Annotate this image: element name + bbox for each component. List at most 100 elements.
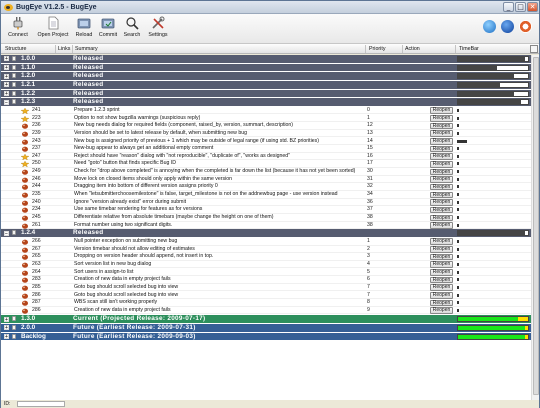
bug-id: 265 [32, 253, 41, 260]
id-field[interactable] [17, 401, 65, 407]
timebar-done [458, 65, 497, 70]
bug-row[interactable]: 241 Prepare 1.2.3 sprint 0 Reopen [1, 106, 531, 115]
connect-button[interactable]: Connect [5, 16, 31, 42]
bug-row[interactable]: 240 Ignore "version already exist" error … [1, 198, 531, 207]
col-summary[interactable]: Summary [75, 46, 98, 52]
bug-row[interactable]: 235 When "letsubmitterchoosemilestone" is… [1, 191, 531, 199]
reopen-button[interactable]: Reopen [430, 284, 453, 291]
bug-row[interactable]: 234 Use same timebar rendering for featur… [1, 206, 531, 214]
bug-row[interactable]: 283 Creation of new data in empty project… [1, 276, 531, 284]
bug-row[interactable]: 285 Goto bug should scroll selected bug i… [1, 283, 531, 292]
reopen-button[interactable]: Reopen [430, 176, 453, 183]
reopen-button[interactable]: Reopen [430, 269, 453, 276]
bug-row[interactable]: 261 Format number using two significant d… [1, 221, 531, 230]
reopen-button[interactable]: Reopen [430, 160, 453, 168]
version-group-row[interactable]: +1.2.1 Released [1, 80, 531, 89]
bug-row[interactable]: 267 Version timebar should not allow edit… [1, 245, 531, 254]
version-group-row[interactable]: +1.1.0 Released [1, 63, 531, 72]
column-chooser-icon[interactable] [530, 45, 538, 53]
minimize-button[interactable]: _ [503, 2, 514, 12]
version-group-row[interactable]: − 1.2.4 Released [1, 229, 531, 237]
bug-row[interactable]: 244 Dragging item into bottom of differen… [1, 183, 531, 191]
expand-toggle-icon[interactable]: + [4, 56, 9, 62]
col-structure[interactable]: Structure [5, 46, 27, 52]
vertical-scrollbar[interactable] [531, 55, 539, 400]
expand-toggle-icon[interactable]: + [4, 90, 9, 96]
reopen-button[interactable]: Reopen [430, 130, 453, 137]
reload-button[interactable]: Reload [73, 16, 95, 42]
version-group-row[interactable]: +2.0.0 Future (Earliest Release: 2009-07-… [1, 324, 531, 332]
expand-toggle-icon[interactable]: + [4, 316, 9, 322]
reopen-button[interactable]: Reopen [430, 261, 453, 268]
reopen-button[interactable]: Reopen [430, 292, 453, 299]
bug-row[interactable]: 236 New bug needs dialog for required fie… [1, 122, 531, 130]
bug-row[interactable]: 246 Move lock on closed items should only… [1, 175, 531, 184]
bug-row[interactable]: 286 Creation of new data in empty project… [1, 306, 531, 315]
maximize-button[interactable]: □ [515, 2, 526, 12]
bug-row[interactable]: 239 Version should be set to latest relea… [1, 129, 531, 138]
bug-row[interactable]: 250 Need "goto" button that finds specifi… [1, 160, 531, 169]
bug-row[interactable]: 263 Sort version list in new bug dialog 4 R… [1, 260, 531, 269]
reopen-button[interactable]: Reopen [430, 214, 453, 222]
reopen-button[interactable]: Reopen [430, 138, 453, 145]
bug-row[interactable]: 237 New-bug appear to always get an addit… [1, 145, 531, 153]
reopen-button[interactable]: Reopen [430, 107, 453, 114]
col-action[interactable]: Action [405, 46, 420, 52]
reopen-button[interactable]: Reopen [430, 246, 453, 253]
version-group-row[interactable]: + Backlog Future (Earliest Release: 2009-0… [1, 332, 531, 341]
collapse-toggle-icon[interactable]: − [4, 99, 9, 105]
bug-summary: New bug is assigned priority of previous… [74, 137, 319, 144]
lifebuoy-icon[interactable] [519, 20, 532, 33]
scrollbar-thumb[interactable] [533, 57, 539, 395]
bug-icon [21, 207, 29, 214]
bug-row[interactable]: 265 Dropping on version header should app… [1, 253, 531, 261]
reopen-button[interactable]: Reopen [430, 276, 453, 284]
settings-button[interactable]: Settings [145, 16, 171, 42]
commit-button[interactable]: Commit [97, 16, 119, 42]
bug-row[interactable]: 245 Differentiate relative from absolute … [1, 214, 531, 222]
bug-row[interactable]: 243 New bug is assigned priority of previ… [1, 137, 531, 146]
reopen-button[interactable]: Reopen [430, 115, 453, 122]
reopen-button[interactable]: Reopen [430, 206, 453, 214]
expand-toggle-icon[interactable]: + [4, 64, 9, 70]
bug-row[interactable]: 249 Check for "drop above completed" is a… [1, 168, 531, 176]
reopen-button[interactable]: Reopen [430, 168, 453, 176]
connect-label: Connect [8, 32, 28, 38]
search-button[interactable]: Search [121, 16, 143, 42]
reopen-button[interactable]: Reopen [430, 153, 453, 160]
bug-row[interactable]: 247 Reject should have "reason" dialog wi… [1, 152, 531, 161]
expand-toggle-icon[interactable]: + [4, 82, 9, 88]
reopen-button[interactable]: Reopen [430, 191, 453, 199]
col-priority[interactable]: Priority [369, 46, 385, 52]
reopen-button[interactable]: Reopen [430, 238, 453, 246]
expand-toggle-icon[interactable]: + [4, 334, 9, 340]
reopen-button[interactable]: Reopen [430, 253, 453, 261]
close-button[interactable]: ✕ [527, 2, 538, 12]
help-icon[interactable] [483, 20, 496, 33]
reopen-button[interactable]: Reopen [430, 199, 453, 206]
version-group-row[interactable]: +1.3.0 Current (Projected Release: 2009-0… [1, 315, 531, 324]
version-group-row[interactable]: +1.2.2 Released [1, 89, 531, 98]
reopen-button[interactable]: Reopen [430, 122, 453, 130]
reopen-button[interactable]: Reopen [430, 145, 453, 153]
open-project-button[interactable]: Open Project [33, 16, 73, 42]
col-links[interactable]: Links [58, 46, 70, 52]
collapse-toggle-icon[interactable]: − [4, 230, 9, 236]
bug-row[interactable]: 286 Goto bug should scroll selected bug i… [1, 291, 531, 300]
col-timebar[interactable]: TimeBar [459, 46, 479, 52]
bug-icon [21, 308, 29, 314]
reopen-button[interactable]: Reopen [430, 222, 453, 229]
version-group-row[interactable]: − 1.2.3 Released [1, 98, 531, 106]
version-group-row[interactable]: +1.2.0 Released [1, 72, 531, 80]
bug-row[interactable]: 264 Sort users in assign-to list 5 Reopen [1, 268, 531, 277]
expand-toggle-icon[interactable]: + [4, 325, 9, 331]
version-group-row[interactable]: +1.0.0 Released [1, 55, 531, 63]
info-icon[interactable] [501, 20, 514, 33]
reopen-button[interactable]: Reopen [430, 183, 453, 191]
reopen-button[interactable]: Reopen [430, 307, 453, 314]
expand-toggle-icon[interactable]: + [4, 73, 9, 79]
bug-row[interactable]: 287 WBS scan still isn't working properly… [1, 299, 531, 307]
bug-row[interactable]: 266 Null pointer exception on submitting … [1, 237, 531, 246]
reopen-button[interactable]: Reopen [430, 299, 453, 307]
bug-row[interactable]: 223 Option to not show bugzilla warnings … [1, 114, 531, 123]
